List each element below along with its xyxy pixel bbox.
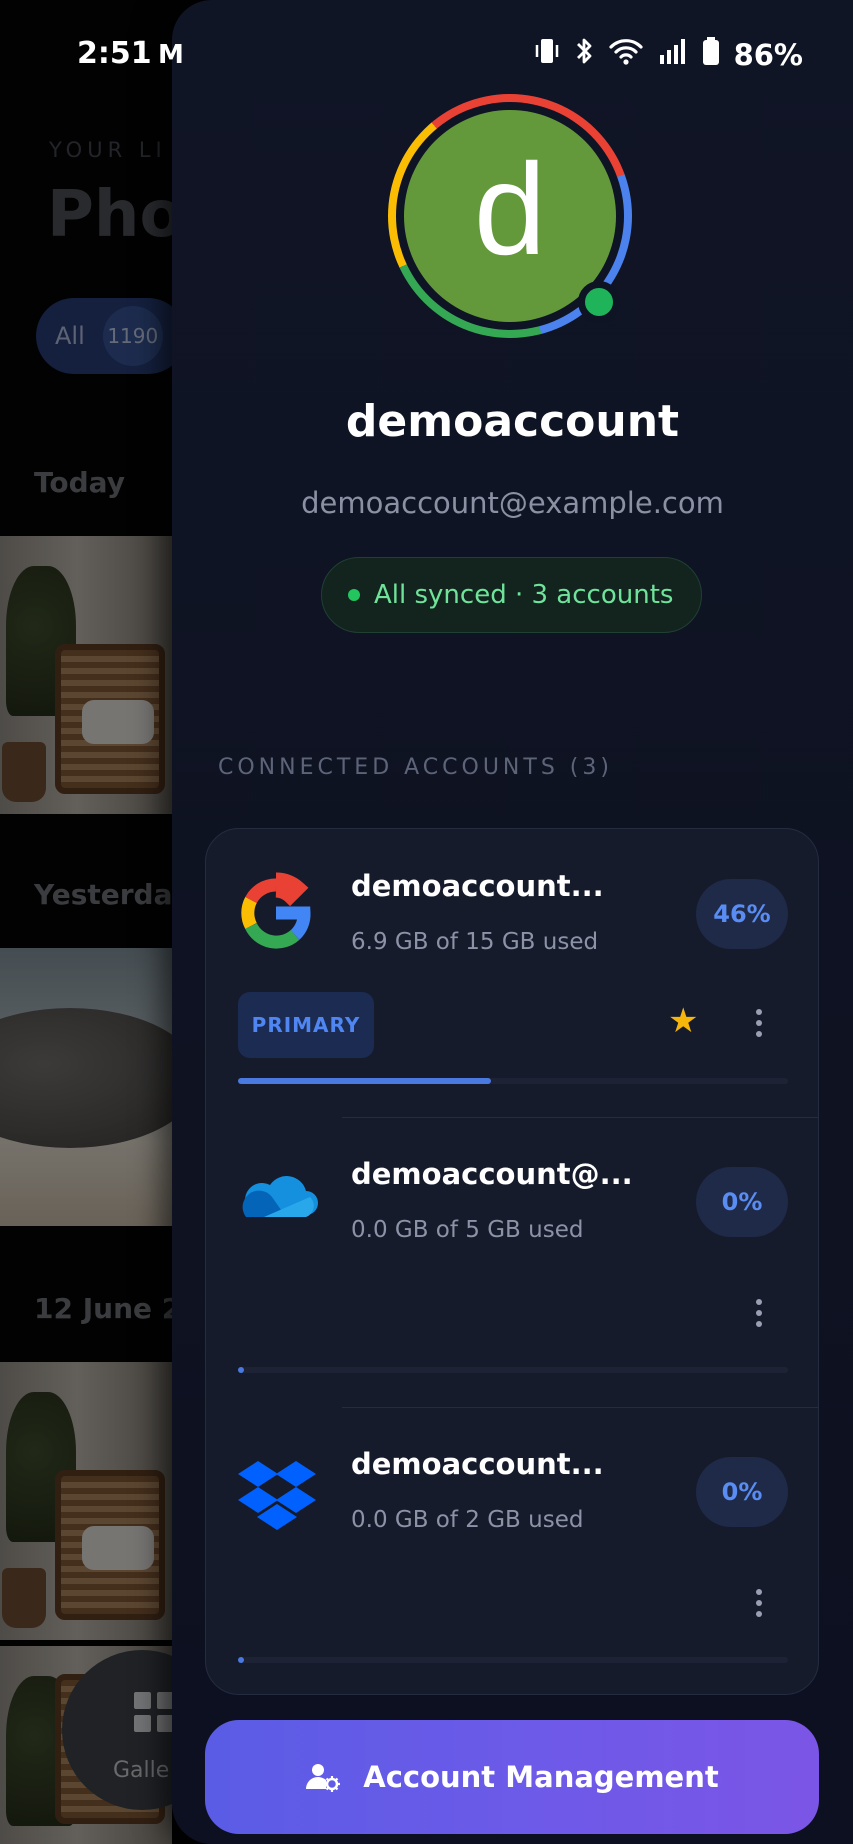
storage-progress-bar: [238, 1367, 788, 1373]
connected-accounts-card: demoaccount... 6.9 GB of 15 GB used 46% …: [205, 828, 819, 1695]
account-row-google[interactable]: demoaccount... 6.9 GB of 15 GB used 46% …: [206, 829, 818, 1119]
storage-progress-fill: [238, 1367, 244, 1373]
profile-username: demoaccount: [345, 396, 680, 447]
battery-icon: [702, 36, 720, 73]
account-row-onedrive[interactable]: demoaccount@... 0.0 GB of 5 GB used 0%: [206, 1117, 818, 1407]
sync-status-badge: All synced · 3 accounts: [321, 557, 702, 633]
vibrate-icon: [534, 36, 560, 73]
more-options-icon[interactable]: [744, 1293, 774, 1333]
storage-progress-bar: [238, 1078, 788, 1084]
account-name: demoaccount@...: [351, 1157, 633, 1191]
connected-accounts-heading: CONNECTED ACCOUNTS (3): [218, 755, 613, 780]
status-bar: 2:51 M 86%: [0, 0, 853, 110]
account-name: demoaccount...: [351, 1447, 604, 1481]
profile-avatar[interactable]: d: [388, 94, 632, 338]
account-usage: 0.0 GB of 5 GB used: [351, 1217, 584, 1243]
signal-icon: [658, 36, 688, 73]
account-usage: 6.9 GB of 15 GB used: [351, 929, 599, 955]
storage-progress-fill: [238, 1657, 244, 1663]
sync-status-dot: [348, 589, 360, 601]
google-icon: [234, 871, 318, 955]
primary-badge: PRIMARY: [238, 992, 374, 1058]
account-management-button[interactable]: Account Management: [205, 1720, 819, 1834]
status-time: 2:51: [77, 36, 152, 71]
dropbox-icon: [234, 1449, 318, 1533]
usage-percent-badge: 46%: [696, 879, 788, 949]
online-status-dot: [578, 281, 620, 323]
onedrive-icon: [234, 1159, 318, 1243]
user-gear-icon: [305, 1761, 341, 1793]
profile-email: demoaccount@example.com: [301, 486, 724, 520]
account-row-dropbox[interactable]: demoaccount... 0.0 GB of 2 GB used 0%: [206, 1407, 818, 1694]
storage-progress-bar: [238, 1657, 788, 1663]
account-name: demoaccount...: [351, 869, 604, 903]
bluetooth-icon: [574, 36, 594, 73]
more-options-icon[interactable]: [744, 1583, 774, 1623]
usage-percent-badge: 0%: [696, 1167, 788, 1237]
account-drawer: d demoaccount demoaccount@example.com Al…: [172, 0, 853, 1844]
usage-percent-badge: 0%: [696, 1457, 788, 1527]
storage-progress-fill: [238, 1078, 491, 1084]
more-options-icon[interactable]: [744, 1003, 774, 1043]
account-usage: 0.0 GB of 2 GB used: [351, 1507, 584, 1533]
wifi-icon: [608, 36, 644, 73]
battery-percent: 86%: [733, 37, 803, 72]
gmail-icon: M: [158, 40, 184, 70]
account-management-label: Account Management: [363, 1760, 719, 1794]
star-icon[interactable]: ★: [668, 1001, 698, 1041]
sync-status-text: All synced · 3 accounts: [374, 580, 674, 610]
